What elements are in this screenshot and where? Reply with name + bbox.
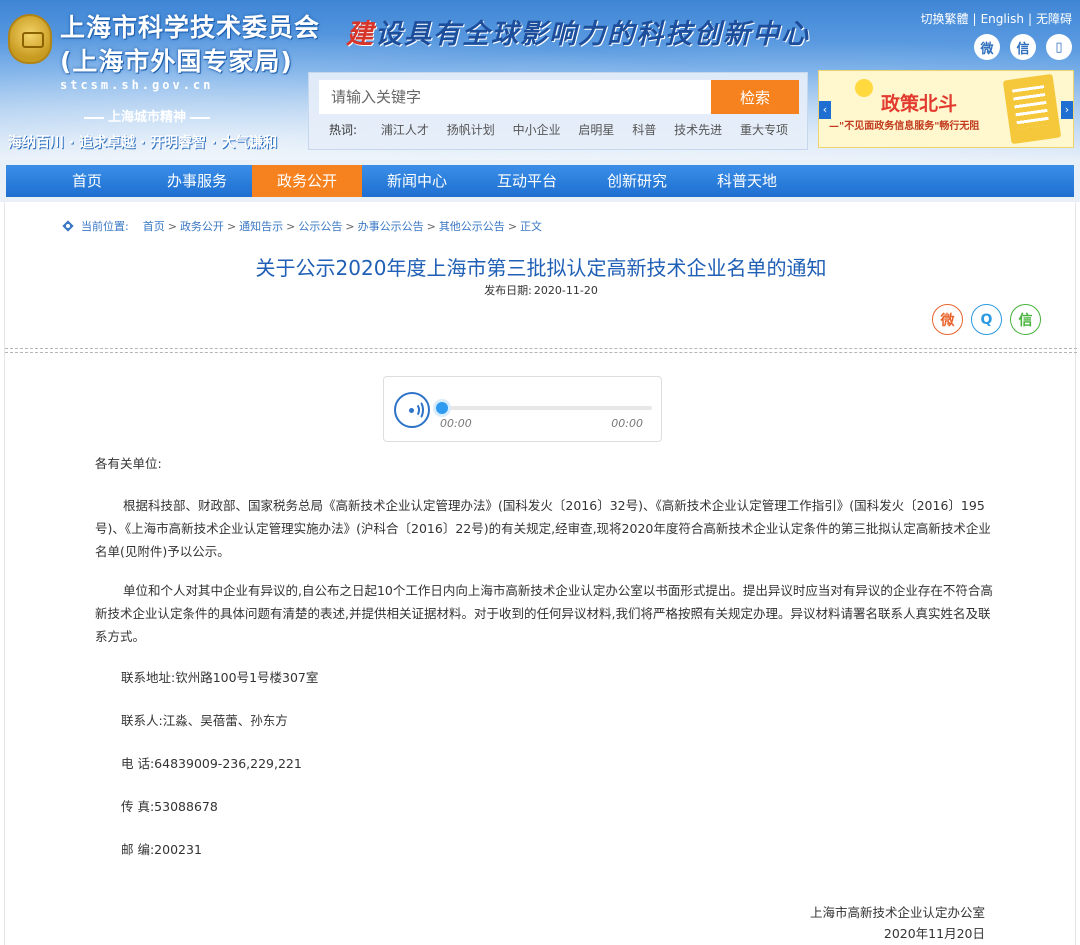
breadcrumb-government-affairs[interactable]: 政务公开 (180, 218, 224, 234)
org-name-line2[interactable]: (上海市外国专家局) (60, 42, 293, 78)
publish-date-label: 发布日期: (484, 284, 532, 297)
article-title: 关于公示2020年度上海市第三批拟认定高新技术企业名单的通知 (255, 256, 827, 280)
paragraph-2: 单位和个人对其中企业有异议的,自公布之日起10个工作日内向上海市高新技术企业认定… (95, 583, 993, 644)
nav-bar-wrapper: 首页 办事服务 政务公开 新闻中心 互动平台 创新研究 科普天地 (0, 160, 1080, 202)
breadcrumb-separator: > (345, 219, 355, 233)
slogan: 建设具有全球影响力的科技创新中心 (346, 12, 810, 51)
sun-icon (855, 79, 873, 97)
english-link[interactable]: English (981, 12, 1024, 26)
site-domain: stcsm.sh.gov.cn (60, 78, 214, 92)
nav-item-news[interactable]: 新闻中心 (362, 165, 472, 197)
wechat-icon[interactable]: 信 (1010, 34, 1036, 60)
breadcrumb-separator: > (426, 219, 436, 233)
divider (5, 352, 1077, 353)
city-spirit-text: 海纳百川 · 追求卓越 · 开明睿智 · 大气谦和 (8, 135, 278, 151)
hot-word-link[interactable]: 技术先进 (674, 123, 722, 137)
divider (5, 348, 1077, 349)
hot-word-link[interactable]: 启明星 (578, 123, 614, 137)
main-nav: 首页 办事服务 政务公开 新闻中心 互动平台 创新研究 科普天地 (6, 165, 1074, 197)
header-social: 微 信 ▯ (974, 34, 1072, 60)
contact-persons: 联系人:江淼、吴蓓蕾、孙东方 (121, 713, 288, 728)
site-header: 上海市科学技术委员会 (上海市外国专家局) stcsm.sh.gov.cn 上海… (0, 0, 1080, 160)
search-panel: 检索 热词: 浦江人才 扬帆计划 中小企业 启明星 科普 技术先进 重大专项 (308, 72, 808, 150)
slogan-rest: 设具有全球影响力的科技创新中心 (375, 19, 810, 50)
weibo-icon[interactable]: 微 (974, 34, 1000, 60)
audio-current-time: 00:00 (440, 417, 472, 430)
nav-item-home[interactable]: 首页 (32, 165, 142, 197)
accessibility-link[interactable]: 无障碍 (1036, 12, 1072, 26)
signature-org: 上海市高新技术企业认定办公室 (809, 905, 985, 920)
breadcrumb-other-announcements[interactable]: 其他公示公告 (439, 218, 505, 234)
publish-date-value: 2020-11-20 (533, 284, 598, 297)
contact-address: 联系地址:钦州路100号1号楼307室 (121, 670, 319, 685)
play-audio-icon[interactable] (394, 392, 430, 428)
switch-traditional-link[interactable]: 切换繁體 (921, 12, 969, 26)
hot-words-label: 热词: (329, 123, 358, 137)
hot-word-link[interactable]: 扬帆计划 (447, 123, 495, 137)
mobile-icon[interactable]: ▯ (1046, 34, 1072, 60)
document-illustration (1002, 73, 1062, 145)
breadcrumb-separator: > (167, 219, 177, 233)
link-separator: | (1027, 12, 1032, 26)
contact-phone: 电 话:64839009-236,229,221 (121, 756, 302, 771)
nav-item-innovation-research[interactable]: 创新研究 (582, 165, 692, 197)
nav-item-government-affairs[interactable]: 政务公开 (252, 165, 362, 197)
publish-date: 发布日期: 2020-11-20 (5, 282, 1077, 298)
hot-word-link[interactable]: 科普 (632, 123, 656, 137)
audio-progress-bar[interactable] (436, 402, 652, 414)
audio-player: 00:00 00:00 (383, 376, 662, 442)
breadcrumb-home[interactable]: 首页 (143, 218, 165, 234)
audio-total-time: 00:00 (611, 417, 643, 430)
hot-words: 热词: 浦江人才 扬帆计划 中小企业 启明星 科普 技术先进 重大专项 (329, 121, 802, 138)
breadcrumb-separator: > (226, 219, 237, 233)
breadcrumb-service-announcements[interactable]: 办事公示公告 (358, 218, 424, 234)
hot-word-link[interactable]: 重大专项 (740, 123, 788, 137)
breadcrumb-public-announcements[interactable]: 公示公告 (298, 218, 342, 234)
contact-fax: 传 真:53088678 (121, 799, 218, 814)
emblem-icon[interactable] (8, 14, 52, 64)
top-links: 切换繁體 | English | 无障碍 (921, 10, 1072, 27)
weibo-share-icon[interactable]: 微 (932, 304, 963, 335)
nav-item-interaction[interactable]: 互动平台 (472, 165, 582, 197)
nav-item-services[interactable]: 办事服务 (142, 165, 252, 197)
banner-subtitle: —"不见面政务信息服务"畅行无阻 (829, 121, 980, 132)
audio-progress-knob[interactable] (436, 402, 448, 414)
banner-prev-arrow-icon[interactable]: ‹ (819, 101, 831, 119)
nav-item-science-popularization[interactable]: 科普天地 (692, 165, 802, 197)
paragraph-1: 根据科技部、财政部、国家税务总局《高新技术企业认定管理办法》(国科发火〔2016… (95, 498, 991, 559)
policy-banner[interactable]: 政策北斗 —"不见面政务信息服务"畅行无阻 ‹ › (818, 70, 1074, 148)
search-button[interactable]: 检索 (711, 80, 799, 114)
org-name-line1[interactable]: 上海市科学技术委员会 (60, 8, 320, 44)
banner-title: 政策北斗 (881, 93, 958, 115)
sound-wave (412, 400, 424, 420)
breadcrumb-separator: > (286, 219, 296, 233)
location-icon (61, 219, 75, 233)
breadcrumb: 当前位置: 首页 > 政务公开 > 通知告示 > 公示公告 > 办事公示公告 > 其他公示… (61, 218, 542, 234)
search-input[interactable] (319, 80, 711, 114)
breadcrumb-current: 正文 (520, 220, 543, 233)
share-buttons: 微 Q 信 (932, 304, 1041, 335)
city-spirit-title: 上海城市精神 (80, 106, 214, 125)
qq-share-icon[interactable]: Q (971, 304, 1002, 335)
hot-word-link[interactable]: 中小企业 (513, 123, 561, 137)
slogan-first-char: 建 (346, 19, 375, 50)
article-container: 当前位置: 首页 > 政务公开 > 通知告示 > 公示公告 > 办事公示公告 > 其他公示… (4, 202, 1077, 945)
banner-next-arrow-icon[interactable]: › (1061, 101, 1073, 119)
greeting: 各有关单位: (95, 456, 162, 471)
breadcrumb-separator: > (507, 219, 518, 233)
link-separator: | (972, 12, 977, 26)
breadcrumb-label: 当前位置: (81, 220, 129, 233)
signature-date: 2020年11月20日 (883, 926, 985, 941)
contact-zip: 邮 编:200231 (121, 842, 202, 857)
hot-word-link[interactable]: 浦江人才 (381, 123, 429, 137)
wechat-share-icon[interactable]: 信 (1010, 304, 1041, 335)
breadcrumb-notices[interactable]: 通知告示 (239, 218, 283, 234)
